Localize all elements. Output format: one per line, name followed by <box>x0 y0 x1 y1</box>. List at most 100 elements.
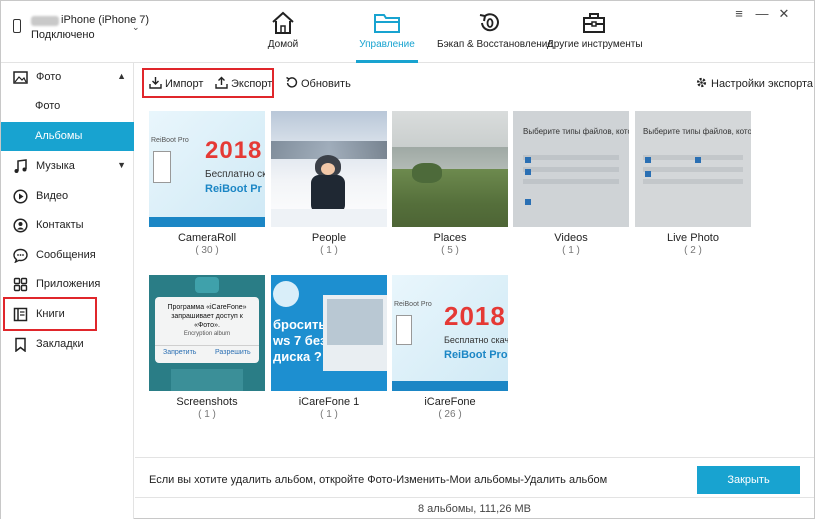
tab-other-tools[interactable]: Другие инструменты <box>547 11 643 63</box>
info-message: Если вы хотите удалить альбом, откройте … <box>149 474 608 486</box>
thumb-child-body <box>311 175 345 213</box>
album-title: Videos <box>554 232 588 244</box>
books-highlight-box <box>3 297 97 331</box>
album-count: ( 30 ) <box>195 245 219 256</box>
thumb-year: 2018 <box>205 137 263 164</box>
tab-home[interactable]: Домой <box>253 11 313 63</box>
thumb-grass <box>392 169 508 227</box>
sidebar-item-label: Контакты <box>36 219 84 231</box>
sidebar-item-music[interactable]: Музыка ▼ <box>1 152 134 181</box>
thumb-laptop-screen <box>327 299 383 345</box>
tab-manage-label: Управление <box>359 39 415 50</box>
device-status: Подключено <box>31 29 95 41</box>
device-selector[interactable]: iPhone (iPhone 7) Подключено ⌄ <box>13 14 149 44</box>
album-title: Live Photo <box>667 232 719 244</box>
thumb-text: Выберите типы файлов, котор <box>523 127 629 136</box>
thumb-device-art <box>153 151 171 183</box>
sidebar-item-label: Музыка <box>36 160 75 172</box>
music-icon <box>14 159 27 173</box>
toolbox-icon <box>583 13 605 33</box>
album-thumbnail: Программа «iCareFone» запрашивает доступ… <box>149 275 265 391</box>
album-count: ( 1 ) <box>320 245 338 256</box>
close-button[interactable]: Закрыть <box>697 466 800 494</box>
tab-backup-restore-label: Бэкап & Восстановление <box>437 39 553 50</box>
backup-restore-icon <box>479 13 499 32</box>
album-title: iCareFone 1 <box>298 396 360 408</box>
thumb-bottom-icons <box>171 369 243 391</box>
thumb-dialog-text: Программа «iCareFone» запрашивает доступ… <box>167 304 247 329</box>
sidebar-item-label: Фото <box>35 100 61 112</box>
thumb-sub2: ReiBoot Pro <box>444 349 508 361</box>
sidebar-item-video[interactable]: Видео <box>1 182 134 211</box>
tab-home-label: Домой <box>267 39 299 50</box>
album-thumbnail <box>271 111 387 227</box>
toolbar: Импорт Экспорт Обновить Настройки экспор… <box>135 63 814 101</box>
sidebar-item-bookmarks[interactable]: Закладки <box>1 330 134 359</box>
sidebar-item-apps[interactable]: Приложения <box>1 270 134 299</box>
album-thumbnail: ReiBoot Pro 2018 Бесплатно ск ReiBoot Pr <box>149 111 265 227</box>
sidebar-item-label: Приложения <box>36 278 101 290</box>
chevron-down-icon[interactable]: ▼ <box>117 160 126 170</box>
album-title: CameraRoll <box>177 232 237 244</box>
thumb-footer-strip <box>392 381 508 391</box>
gear-icon <box>696 77 707 88</box>
thumb-dialog-sub: Encryption album <box>183 331 231 337</box>
tab-manage[interactable]: Управление <box>356 11 418 63</box>
close-icon[interactable]: ✕ <box>776 6 792 22</box>
tab-other-tools-label: Другие инструменты <box>547 39 643 50</box>
sidebar-item-contacts[interactable]: Контакты <box>1 211 134 240</box>
sidebar-item-label: Видео <box>36 190 69 202</box>
album-title: Screenshots <box>176 396 238 408</box>
sidebar-item-label: Альбомы <box>35 130 83 142</box>
sidebar-item-photo-sub[interactable]: Фото <box>1 92 134 121</box>
album-thumbnail: Выберите типы файлов, котор <box>513 111 629 227</box>
thumb-logo-circle <box>273 281 299 307</box>
album-thumbnail: бросить ws 7 без диска ? <box>271 275 387 391</box>
thumb-checklist <box>643 155 743 189</box>
tab-backup-restore[interactable]: Бэкап & Восстановление <box>437 11 553 63</box>
thumb-checkbox <box>525 157 531 163</box>
sidebar: Фото ▲ Фото Альбомы Музыка ▼ Видео Конта… <box>1 63 134 519</box>
top-header: iPhone (iPhone 7) Подключено ⌄ Домой Упр… <box>1 1 814 63</box>
album-count: ( 5 ) <box>441 245 459 256</box>
thumb-checkbox <box>645 157 651 163</box>
minimize-icon[interactable]: — <box>754 6 770 21</box>
sidebar-item-label: Сообщения <box>36 249 96 261</box>
thumb-checklist <box>523 155 619 189</box>
album-count: ( 2 ) <box>684 245 702 256</box>
phone-icon <box>13 19 21 33</box>
album-count: ( 1 ) <box>320 409 338 420</box>
album-thumbnail: ReiBoot Pro 2018 Бесплатно скача ReiBoot… <box>392 275 508 391</box>
thumb-footer-strip <box>149 217 265 227</box>
album-thumbnail: Выберите типы файлов, котор <box>635 111 751 227</box>
thumb-text-3: диска ? <box>273 349 322 364</box>
app-window: iPhone (iPhone 7) Подключено ⌄ Домой Упр… <box>0 0 815 519</box>
thumb-brand: ReiBoot Pro <box>394 301 432 308</box>
album-count: ( 1 ) <box>562 245 580 256</box>
sidebar-item-albums[interactable]: Альбомы <box>1 122 134 151</box>
photo-icon <box>13 71 28 84</box>
refresh-icon <box>286 76 298 88</box>
album-thumbnail <box>392 111 508 227</box>
contacts-icon <box>13 218 28 233</box>
sidebar-item-photo[interactable]: Фото ▲ <box>1 63 134 92</box>
refresh-button[interactable]: Обновить <box>285 76 351 90</box>
thumb-bush <box>412 163 442 183</box>
bookmark-icon <box>15 337 26 352</box>
redacted-device-prefix <box>31 16 59 26</box>
thumb-snow <box>271 209 387 227</box>
thumb-child-face <box>321 163 335 175</box>
menu-icon[interactable]: ≡ <box>731 6 747 21</box>
thumb-sub: Бесплатно ск <box>205 169 265 180</box>
home-icon <box>272 11 294 34</box>
sidebar-item-label: Закладки <box>36 338 84 350</box>
messages-icon <box>13 248 28 263</box>
album-title: Places <box>433 232 467 244</box>
sidebar-item-messages[interactable]: Сообщения <box>1 241 134 270</box>
chevron-down-icon[interactable]: ⌄ <box>132 22 140 33</box>
thumb-dialog-deny: Запретить <box>163 349 197 356</box>
thumb-checkbox <box>695 157 701 163</box>
chevron-up-icon[interactable]: ▲ <box>117 71 126 81</box>
thumb-brand: ReiBoot Pro <box>151 137 189 144</box>
export-settings-button[interactable]: Настройки экспорта <box>695 76 813 90</box>
